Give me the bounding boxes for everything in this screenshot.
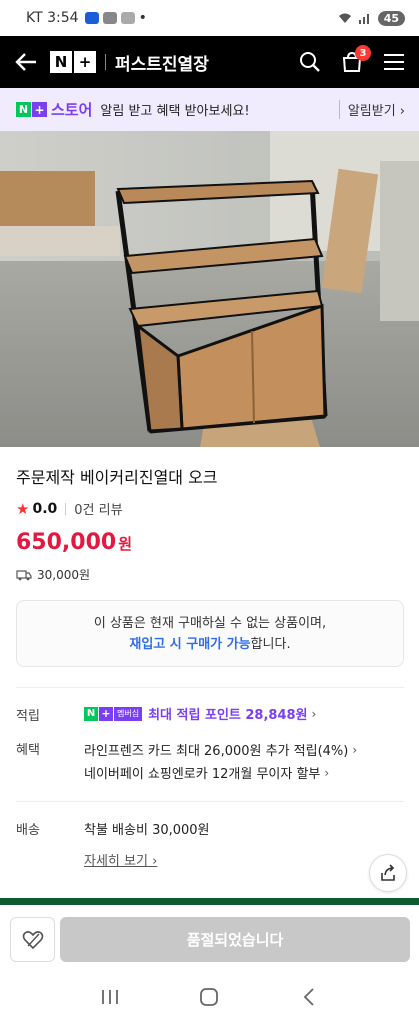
system-back-button[interactable] [289, 977, 329, 1017]
header-divider [105, 54, 106, 70]
rating-score: 0.0 [32, 500, 58, 517]
soldout-button[interactable]: 품절되었습니다 [60, 917, 410, 962]
search-icon [300, 52, 320, 72]
benefit-label: 혜택 [16, 743, 40, 758]
points-label: 적립 [16, 709, 40, 724]
chevron-right-icon: › [352, 742, 358, 757]
notification-app-icon [84, 12, 99, 24]
truck-icon [16, 569, 32, 580]
home-button[interactable] [189, 977, 229, 1017]
wishlist-button[interactable] [10, 917, 55, 962]
benefit-card-row[interactable]: 라인프렌즈 카드 최대 26,000원 추가 적립(4%) › [84, 740, 358, 760]
system-navigation-bar [0, 970, 419, 1024]
benefit-installment-row[interactable]: 네이버페이 쇼핑엔로카 12개월 무이자 할부 › [84, 763, 330, 783]
review-count-link[interactable]: 0건 리뷰 [74, 499, 122, 518]
more-details-link[interactable]: 자세히 보기 › [84, 850, 157, 869]
heart-icon [22, 930, 43, 949]
subscribe-alarm-link[interactable]: 알림받기 › [338, 100, 405, 119]
shipping-info: 착불 배송비 30,000원 [84, 823, 210, 838]
store-name[interactable]: 퍼스트진열장 [115, 50, 209, 75]
back-arrow-icon [15, 53, 36, 71]
notification-banner[interactable]: N + 스토어 알림 받고 혜택 받아보세요! 알림받기 › [0, 88, 419, 131]
product-title: 주문제작 베이커리진열대 오크 [16, 468, 218, 487]
product-price: 650,000 원 [16, 530, 132, 555]
signal-icon [358, 14, 369, 24]
points-row[interactable]: N + 멤버십 최대 적립 포인트 28,848원 › [84, 704, 316, 723]
price-unit: 원 [118, 535, 133, 553]
soldout-notice: 이 상품은 현재 구매하실 수 없는 상품이며, 재입고 시 구매가 가능합니다… [16, 600, 404, 667]
price-value: 650,000 [16, 530, 117, 555]
chevron-right-icon: › [311, 706, 317, 721]
naver-plus-membership-badge: N + 멤버십 [84, 706, 143, 721]
max-points-text: 최대 적립 포인트 28,848원 [148, 708, 308, 723]
recent-apps-button[interactable] [90, 977, 130, 1017]
recent-apps-icon [101, 990, 118, 1004]
cart-count-badge: 3 [355, 45, 371, 61]
home-icon [200, 988, 219, 1006]
rating-divider [65, 502, 67, 515]
notification-chat-icon [102, 12, 117, 24]
shipping-fee: 30,000원 [16, 566, 90, 583]
section-divider-bar [0, 898, 419, 905]
status-notification-icons: • [84, 10, 147, 26]
divider [16, 801, 404, 802]
star-icon: ★ [16, 499, 30, 518]
chevron-right-icon: › [152, 854, 158, 869]
status-dot: • [138, 10, 147, 26]
battery-indicator: 45 [377, 10, 405, 26]
status-system-icons: 45 [338, 10, 405, 26]
divider [16, 687, 404, 688]
notice-line-2: 재입고 시 구매가 가능합니다. [129, 637, 291, 652]
back-button[interactable] [12, 48, 40, 76]
hamburger-menu-icon [384, 54, 404, 70]
cart-button[interactable]: 3 [339, 45, 371, 75]
search-button[interactable] [297, 49, 323, 75]
purchase-bar: 품절되었습니다 [0, 905, 419, 970]
wifi-icon [338, 13, 351, 23]
chevron-right-icon: › [324, 765, 330, 780]
chevron-left-icon [303, 988, 314, 1006]
banner-message: 알림 받고 혜택 받아보세요! [100, 104, 250, 119]
notification-app2-icon [120, 12, 135, 24]
notice-line-1: 이 상품은 현재 구매하실 수 없는 상품이며, [93, 616, 327, 631]
share-icon [381, 864, 395, 881]
menu-button[interactable] [381, 49, 407, 75]
status-bar: KT 3:54 • 45 [0, 0, 419, 36]
status-carrier: KT 3:54 [26, 10, 79, 26]
store-header: N + 퍼스트진열장 3 [0, 36, 419, 88]
naver-plus-store-logo: N + 스토어 [16, 99, 92, 120]
shipping-label: 배송 [16, 823, 40, 838]
product-photo [0, 131, 419, 447]
naver-plus-logo[interactable]: N + [50, 51, 96, 73]
product-image[interactable] [0, 131, 419, 447]
share-button[interactable] [369, 854, 407, 892]
product-rating: ★ 0.0 0건 리뷰 [16, 499, 123, 519]
